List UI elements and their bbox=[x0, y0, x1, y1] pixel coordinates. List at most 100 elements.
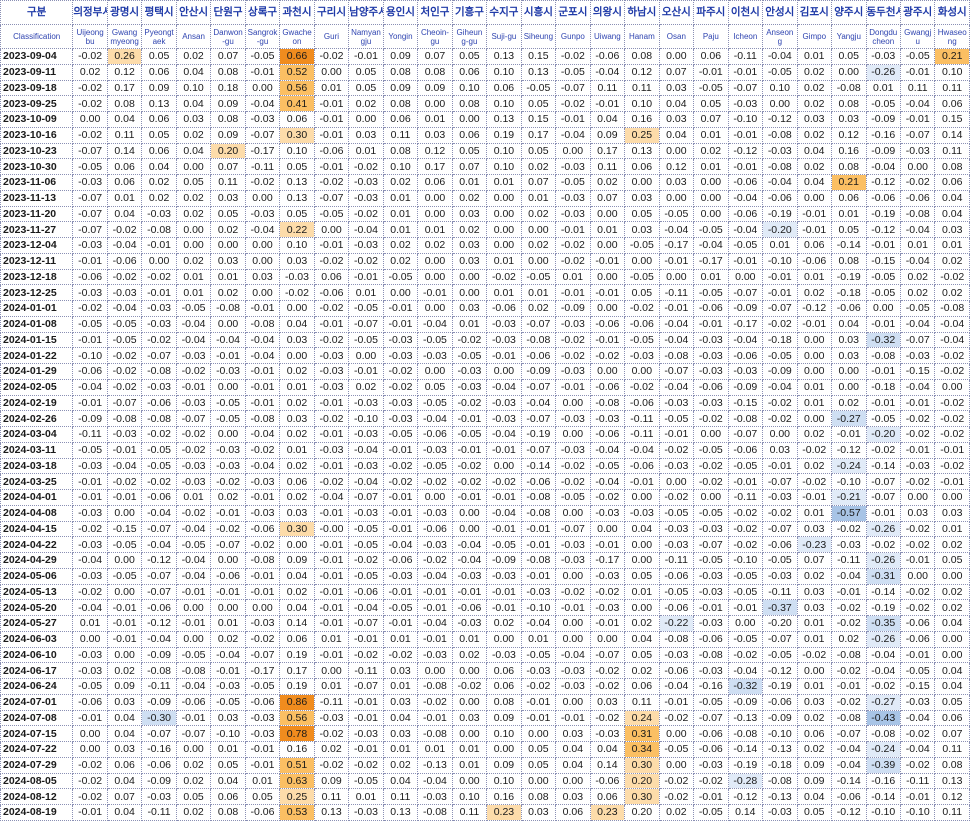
value-cell: -0.05 bbox=[141, 441, 177, 459]
value-cell: 0.04 bbox=[279, 567, 315, 585]
value-cell: 0.08 bbox=[934, 756, 970, 774]
value-cell: -0.04 bbox=[624, 441, 660, 459]
value-cell: -0.02 bbox=[899, 520, 936, 538]
value-cell: -0.02 bbox=[727, 504, 764, 522]
value-cell: -0.03 bbox=[899, 693, 936, 711]
value-cell: 0.13 bbox=[382, 804, 419, 821]
value-cell: -0.07 bbox=[244, 646, 281, 664]
value-cell: -0.03 bbox=[899, 142, 936, 160]
region-header-en: Cheoin- gu bbox=[417, 24, 453, 49]
date-cell: 2023-09-11 bbox=[0, 63, 74, 81]
value-cell: -0.04 bbox=[658, 221, 695, 238]
value-cell: -0.02 bbox=[899, 756, 936, 774]
value-cell: -0.03 bbox=[624, 504, 660, 522]
value-cell: -0.03 bbox=[762, 567, 798, 585]
value-cell: -0.02 bbox=[348, 205, 384, 223]
value-cell: -0.03 bbox=[486, 410, 522, 427]
value-cell: -0.04 bbox=[899, 95, 936, 112]
value-cell: -0.08 bbox=[934, 300, 970, 317]
value-cell: -0.26 bbox=[865, 63, 901, 81]
date-cell: 2023-09-18 bbox=[0, 79, 74, 97]
value-cell: 0.10 bbox=[486, 63, 522, 81]
value-cell: 0.02 bbox=[796, 126, 833, 144]
value-cell: -0.11 bbox=[727, 489, 764, 506]
value-cell: -0.02 bbox=[348, 252, 384, 270]
value-cell: -0.01 bbox=[244, 741, 281, 758]
value-cell: -0.05 bbox=[727, 630, 764, 648]
value-cell: -0.09 bbox=[486, 552, 522, 569]
value-cell: -0.08 bbox=[658, 630, 695, 648]
value-cell: 0.00 bbox=[624, 174, 660, 191]
value-cell: -0.01 bbox=[106, 630, 143, 648]
value-cell: -0.04 bbox=[348, 473, 384, 490]
value-cell: -0.01 bbox=[762, 268, 798, 286]
value-cell: -0.05 bbox=[555, 489, 591, 506]
value-cell: -0.02 bbox=[313, 410, 350, 427]
value-cell: -0.01 bbox=[313, 599, 350, 616]
value-cell: -0.01 bbox=[382, 315, 419, 333]
value-cell: -0.09 bbox=[727, 378, 764, 396]
table-row: 2024-03-11 -0.05 -0.01 -0.05 -0.02 -0.03 -0.02… bbox=[0, 441, 970, 459]
date-cell: 2024-08-19 bbox=[0, 804, 74, 821]
date-cell: 2024-02-19 bbox=[0, 394, 74, 412]
date-cell: 2024-04-01 bbox=[0, 489, 74, 506]
value-cell: 0.03 bbox=[831, 347, 867, 364]
value-cell: 0.01 bbox=[555, 268, 591, 286]
value-cell: 0.05 bbox=[831, 48, 867, 65]
table-row: 2024-06-03 0.00 -0.01 -0.04 0.00 0.02 -0.02 0.0… bbox=[0, 630, 970, 648]
value-cell: -0.05 bbox=[72, 678, 108, 695]
value-cell: 0.07 bbox=[210, 48, 246, 65]
value-cell: -0.14 bbox=[865, 788, 901, 805]
value-cell: 0.02 bbox=[382, 252, 419, 270]
value-cell: -0.05 bbox=[382, 599, 419, 616]
region-header-en: Giheun g-gu bbox=[451, 24, 488, 49]
value-cell: 0.01 bbox=[348, 284, 384, 301]
value-cell: 0.25 bbox=[279, 788, 315, 805]
value-cell: 0.00 bbox=[934, 646, 970, 664]
value-cell: -0.12 bbox=[727, 142, 764, 160]
value-cell: -0.06 bbox=[762, 693, 798, 711]
value-cell: -0.05 bbox=[693, 504, 729, 522]
value-cell: 0.00 bbox=[624, 252, 660, 270]
value-cell: -0.11 bbox=[141, 804, 177, 821]
value-cell: -0.01 bbox=[520, 536, 557, 553]
value-cell: 0.06 bbox=[555, 804, 591, 821]
value-cell: 0.02 bbox=[175, 772, 212, 790]
price-change-table: 구분 의정부시광명시평택시안산시단원구상록구과천시구리시남양주시용인시처인구기흥… bbox=[0, 0, 970, 821]
value-cell: -0.03 bbox=[348, 504, 384, 522]
value-cell: 0.01 bbox=[417, 741, 453, 758]
value-cell: 0.11 bbox=[382, 788, 419, 805]
value-cell: -0.04 bbox=[727, 189, 764, 207]
value-cell: -0.06 bbox=[382, 552, 419, 569]
value-cell: -0.01 bbox=[244, 378, 281, 396]
value-cell: -0.07 bbox=[72, 189, 108, 207]
value-cell: -0.03 bbox=[175, 457, 212, 475]
value-cell: 0.06 bbox=[451, 126, 488, 144]
value-cell: 0.00 bbox=[520, 725, 557, 742]
value-cell: -0.01 bbox=[72, 252, 108, 270]
value-cell: -0.02 bbox=[244, 174, 281, 191]
value-cell: -0.08 bbox=[762, 126, 798, 144]
value-cell: -0.02 bbox=[451, 473, 488, 490]
value-cell: 0.14 bbox=[106, 142, 143, 160]
value-cell: 0.10 bbox=[279, 237, 315, 254]
region-header-ko: 파주시 bbox=[693, 0, 729, 25]
value-cell: 0.00 bbox=[451, 520, 488, 538]
value-cell: 0.08 bbox=[451, 95, 488, 112]
value-cell: 0.02 bbox=[658, 804, 695, 821]
value-cell: -0.08 bbox=[141, 221, 177, 238]
value-cell: 0.01 bbox=[796, 48, 833, 65]
value-cell: -0.01 bbox=[486, 583, 522, 601]
value-cell: -0.06 bbox=[899, 630, 936, 648]
value-cell: 0.02 bbox=[934, 536, 970, 553]
value-cell: -0.02 bbox=[72, 126, 108, 144]
value-cell: -0.03 bbox=[417, 347, 453, 364]
table-row: 2024-03-18 -0.03 -0.04 -0.05 -0.03 -0.03 -0.04… bbox=[0, 457, 970, 475]
value-cell: 0.10 bbox=[175, 79, 212, 97]
value-cell: 0.02 bbox=[486, 615, 522, 632]
value-cell: -0.04 bbox=[72, 599, 108, 616]
value-cell: -0.03 bbox=[555, 205, 591, 223]
value-cell: -0.01 bbox=[72, 473, 108, 490]
table-row: 2024-04-15 -0.02 -0.15 -0.07 -0.04 -0.02 -0.06… bbox=[0, 520, 970, 538]
value-cell: -0.04 bbox=[244, 347, 281, 364]
